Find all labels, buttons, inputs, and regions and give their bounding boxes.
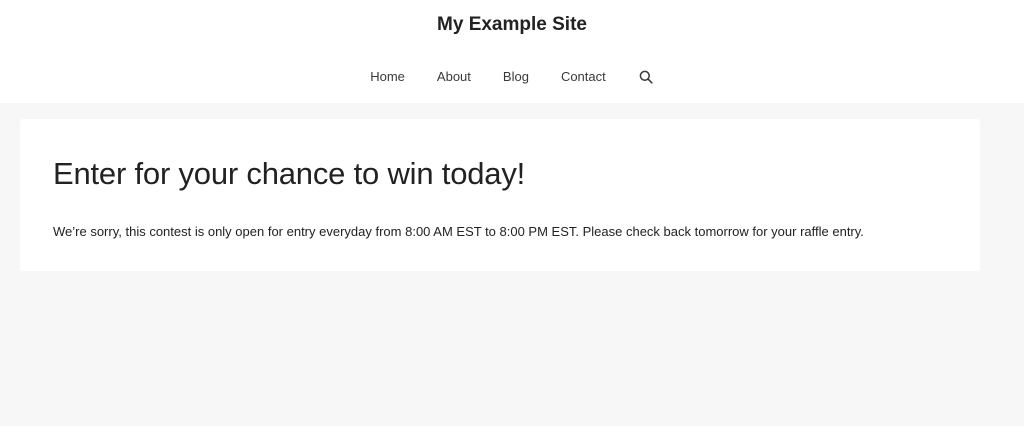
nav-item-blog[interactable]: Blog: [503, 66, 529, 88]
site-header: My Example Site Home About Blog Contact: [0, 0, 1024, 103]
nav-item-about[interactable]: About: [437, 66, 471, 88]
main-navigation: Home About Blog Contact: [0, 66, 1024, 88]
page-title: Enter for your chance to win today!: [53, 156, 526, 191]
search-icon-glyph: [639, 70, 653, 84]
site-title[interactable]: My Example Site: [0, 12, 1024, 38]
nav-item-home[interactable]: Home: [370, 66, 405, 88]
content-card: Enter for your chance to win today! We’r…: [20, 119, 980, 271]
nav-item-contact[interactable]: Contact: [561, 66, 606, 88]
contest-closed-message: We’re sorry, this contest is only open f…: [53, 224, 864, 239]
search-icon[interactable]: [638, 69, 654, 85]
